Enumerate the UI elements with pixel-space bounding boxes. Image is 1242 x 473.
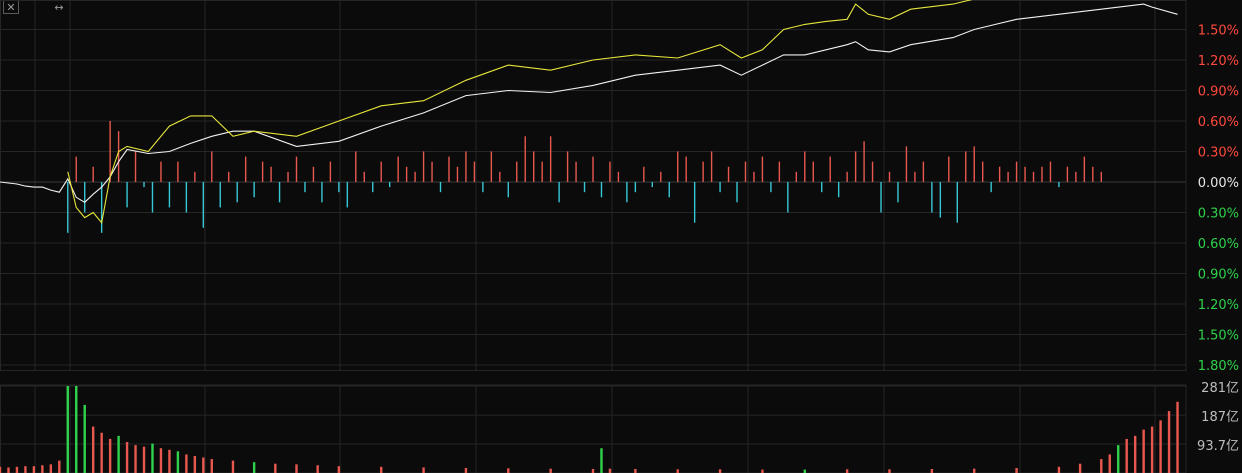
volume-bar xyxy=(634,468,637,473)
volume-bar xyxy=(125,442,129,473)
main-panel-frame xyxy=(0,0,1187,371)
volume-bar xyxy=(231,460,235,473)
volume-bar xyxy=(49,464,53,473)
volume-bar xyxy=(252,462,256,473)
y-tick-label: 0.90% xyxy=(1198,268,1239,283)
volume-bar xyxy=(295,464,298,473)
volume-bar xyxy=(1100,459,1103,473)
index-chart: 1.50% 1.20% 0.90% 0.60% 0.30% 0.00% 0.30% 0.60%… xyxy=(0,0,1239,473)
volume-bar xyxy=(159,448,163,473)
volume-bar xyxy=(7,467,10,473)
volume-bar xyxy=(176,451,180,473)
volume-bar xyxy=(134,445,137,473)
volume-bar xyxy=(75,386,78,473)
volume-bar xyxy=(210,459,213,473)
volume-bar xyxy=(591,468,595,473)
volume-bar xyxy=(193,455,197,473)
volume-bar xyxy=(91,426,95,473)
volume-bar xyxy=(930,468,934,473)
volume-bar xyxy=(1176,401,1179,473)
y-tick-label: 1.20% xyxy=(1198,54,1239,69)
volume-bar xyxy=(32,466,36,473)
volume-bar xyxy=(274,463,277,473)
volume-bar xyxy=(549,468,552,473)
volume-bar xyxy=(117,435,120,473)
volume-bar xyxy=(507,468,510,473)
volume-bar xyxy=(58,460,61,473)
volume-bar xyxy=(15,466,19,473)
volume-bar xyxy=(888,469,891,473)
y-tick-label: 0.30% xyxy=(1198,146,1239,161)
volume-tick-label: 187亿 xyxy=(1201,410,1239,425)
volume-bar xyxy=(676,469,679,473)
volume-bar xyxy=(0,466,2,473)
index-line xyxy=(0,3,1178,203)
y-tick-label: 1.50% xyxy=(1198,24,1239,39)
volume-bar xyxy=(1133,435,1137,473)
volume-bar xyxy=(380,466,383,473)
volume-bar xyxy=(1125,438,1128,473)
volume-bar xyxy=(151,443,154,473)
volume-bar xyxy=(600,448,603,473)
volume-bar xyxy=(100,432,103,473)
volume-bar xyxy=(185,454,188,473)
volume-bar xyxy=(1142,429,1145,473)
volume-bar xyxy=(316,465,319,473)
volume-bar xyxy=(1167,411,1171,473)
volume-bar xyxy=(608,468,612,473)
volume-bar xyxy=(1015,468,1018,473)
volume-bar xyxy=(761,469,764,473)
y-tick-label: 1.20% xyxy=(1198,298,1239,313)
y-tick-label: 0.90% xyxy=(1198,85,1239,100)
volume-bar xyxy=(1150,426,1154,473)
y-tick-label: 0.60% xyxy=(1198,115,1239,130)
volume-bar xyxy=(718,469,722,473)
volume-bar xyxy=(337,466,341,473)
y-tick-label: 0.60% xyxy=(1198,237,1239,252)
volume-bar xyxy=(973,468,976,473)
volume-tick-label: 281亿 xyxy=(1201,381,1239,396)
volume-bar xyxy=(66,386,69,473)
volume-bar xyxy=(1108,454,1111,473)
volume-bar xyxy=(803,469,806,473)
y-tick-label: 1.50% xyxy=(1198,329,1239,344)
y-tick-label: 0.30% xyxy=(1198,207,1239,222)
volume-bar xyxy=(1078,463,1082,473)
volume-bar xyxy=(24,466,27,473)
volume-bar xyxy=(1117,445,1120,473)
volume-bar xyxy=(83,404,86,473)
volume-bar xyxy=(142,446,146,473)
y-tick-label: 0.00% xyxy=(1198,176,1239,191)
y-tick-label: 1.80% xyxy=(1198,359,1239,374)
volume-bar xyxy=(1057,466,1061,473)
volume-tick-label: 93.7亿 xyxy=(1197,439,1239,454)
volume-bar xyxy=(1159,420,1162,473)
volume-bar xyxy=(202,457,205,473)
volume-bar xyxy=(41,465,44,473)
volume-bar xyxy=(422,467,425,473)
volume-bar xyxy=(845,469,849,473)
volume-bar xyxy=(168,449,171,473)
volume-bar xyxy=(108,438,112,473)
volume-bar xyxy=(464,468,468,473)
